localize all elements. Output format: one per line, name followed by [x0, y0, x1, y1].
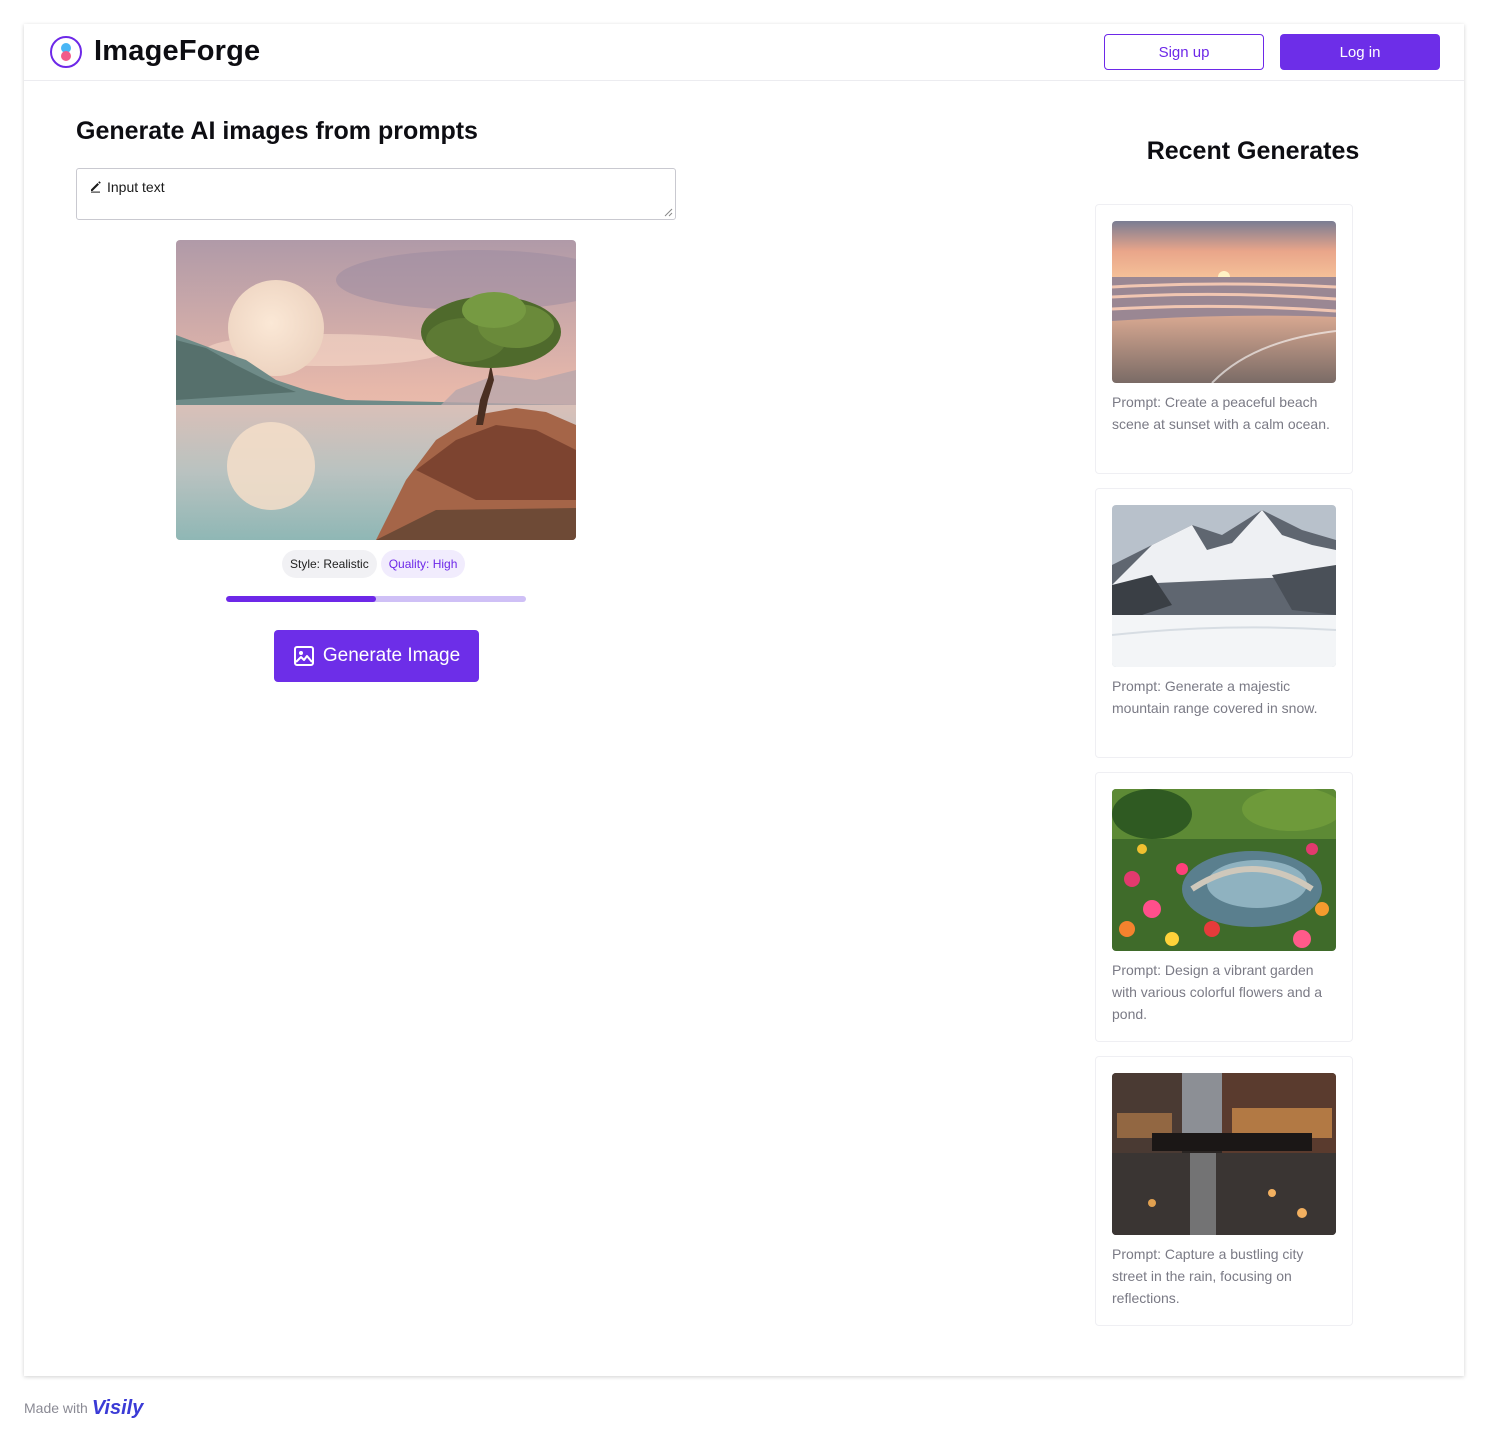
- made-with-label: Made with: [24, 1400, 88, 1416]
- recent-card[interactable]: Prompt: Design a vibrant garden with var…: [1095, 772, 1353, 1042]
- generation-settings: Style: Realistic Quality: High: [282, 550, 466, 578]
- top-bar: ImageForge Sign up Log in: [24, 24, 1464, 81]
- thumbnail-garden: [1112, 789, 1336, 951]
- visily-logo[interactable]: Visily: [92, 1397, 144, 1420]
- page-title: Generate AI images from prompts: [76, 117, 478, 145]
- resize-handle-icon[interactable]: [663, 207, 673, 217]
- progress-fill: [226, 596, 376, 602]
- recent-caption: Prompt: Create a peaceful beach scene at…: [1112, 394, 1330, 432]
- recent-caption: Prompt: Design a vibrant garden with var…: [1112, 962, 1323, 1022]
- prompt-input[interactable]: [107, 177, 647, 197]
- generated-image-preview: [176, 240, 576, 540]
- recent-caption: Prompt: Capture a bustling city street i…: [1112, 1246, 1304, 1306]
- image-icon: [293, 646, 314, 666]
- recent-caption: Prompt: Generate a majestic mountain ran…: [1112, 678, 1318, 716]
- thumbnail-beach: [1112, 221, 1336, 383]
- prompt-textarea[interactable]: [76, 168, 676, 220]
- landscape-image: [176, 240, 576, 540]
- logo-icon: [50, 36, 82, 68]
- app-frame: ImageForge Sign up Log in Generate AI im…: [24, 24, 1464, 1376]
- brand-name: ImageForge: [94, 35, 261, 67]
- progress-bar: [226, 596, 526, 602]
- generate-image-label: Generate Image: [322, 645, 461, 666]
- pencil-icon: [91, 181, 101, 193]
- recent-card[interactable]: Prompt: Generate a majestic mountain ran…: [1095, 488, 1353, 758]
- recent-card[interactable]: Prompt: Create a peaceful beach scene at…: [1095, 204, 1353, 474]
- thumbnail-mountains: [1112, 505, 1336, 667]
- style-chip[interactable]: Style: Realistic: [282, 550, 377, 578]
- signup-button[interactable]: Sign up: [1104, 34, 1264, 70]
- login-button[interactable]: Log in: [1280, 34, 1440, 70]
- quality-chip[interactable]: Quality: High: [380, 550, 466, 578]
- thumbnail-city: [1112, 1073, 1336, 1235]
- recent-card[interactable]: Prompt: Capture a bustling city street i…: [1095, 1056, 1353, 1326]
- footer: Made with Visily: [24, 1396, 143, 1420]
- generate-image-button[interactable]: Generate Image: [274, 630, 479, 682]
- recent-generates-title: Recent Generates: [1146, 137, 1360, 165]
